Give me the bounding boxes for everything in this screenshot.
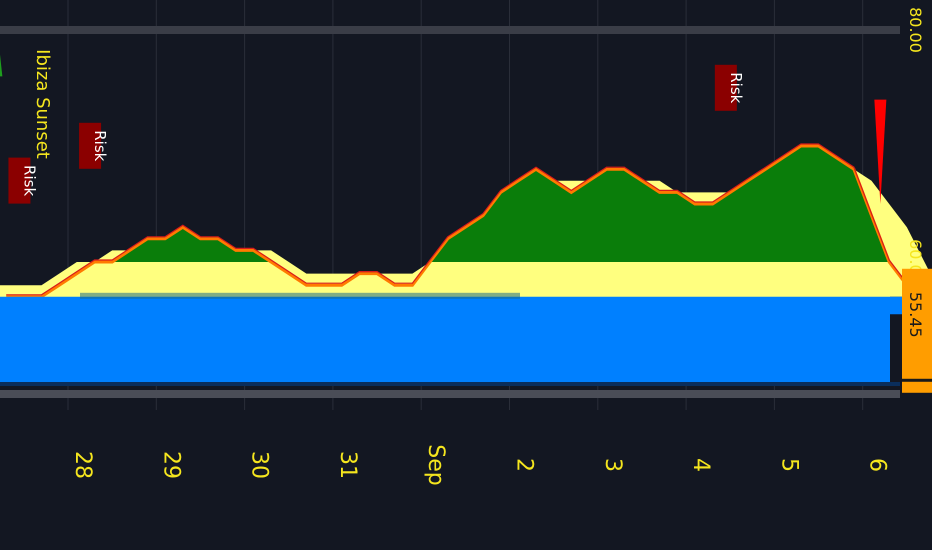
x-tick-label: 4 — [688, 458, 713, 472]
upper-band — [0, 26, 900, 34]
x-tick-label: 29 — [158, 451, 183, 479]
x-tick-label: 2 — [512, 458, 537, 472]
current-price-divider — [902, 378, 932, 382]
indicator-label: Ibiza Sunset — [32, 49, 53, 159]
current-price-label: 55.45 — [906, 292, 925, 338]
risk-label: Risk — [727, 72, 745, 103]
lower-band — [0, 390, 900, 398]
risk-label: Risk — [20, 165, 38, 196]
x-tick-label: 28 — [70, 451, 95, 479]
x-tick-label: Sep — [423, 444, 448, 485]
x-tick-label: 31 — [335, 451, 360, 479]
risk-label: Risk — [91, 130, 109, 161]
y-tick-label: 80.00 — [906, 7, 925, 53]
oscillator-area — [0, 296, 932, 384]
x-tick-label: 30 — [247, 451, 272, 479]
x-tick-label: 6 — [865, 458, 890, 472]
chart-svg[interactable]: RiskRiskRisk 28 29 30 31 Sep 2 3 4 5 6 80.0060.00… — [0, 0, 932, 550]
x-tick-label: 3 — [600, 458, 625, 472]
chart-root: Risk Risk Risk 28 29 30 31 Sep 2 3 4 5 6 80.00 60.00… — [0, 0, 932, 550]
oscillator-baseline — [0, 382, 900, 386]
neutral-band — [80, 292, 520, 299]
x-tick-label: 5 — [776, 458, 801, 472]
